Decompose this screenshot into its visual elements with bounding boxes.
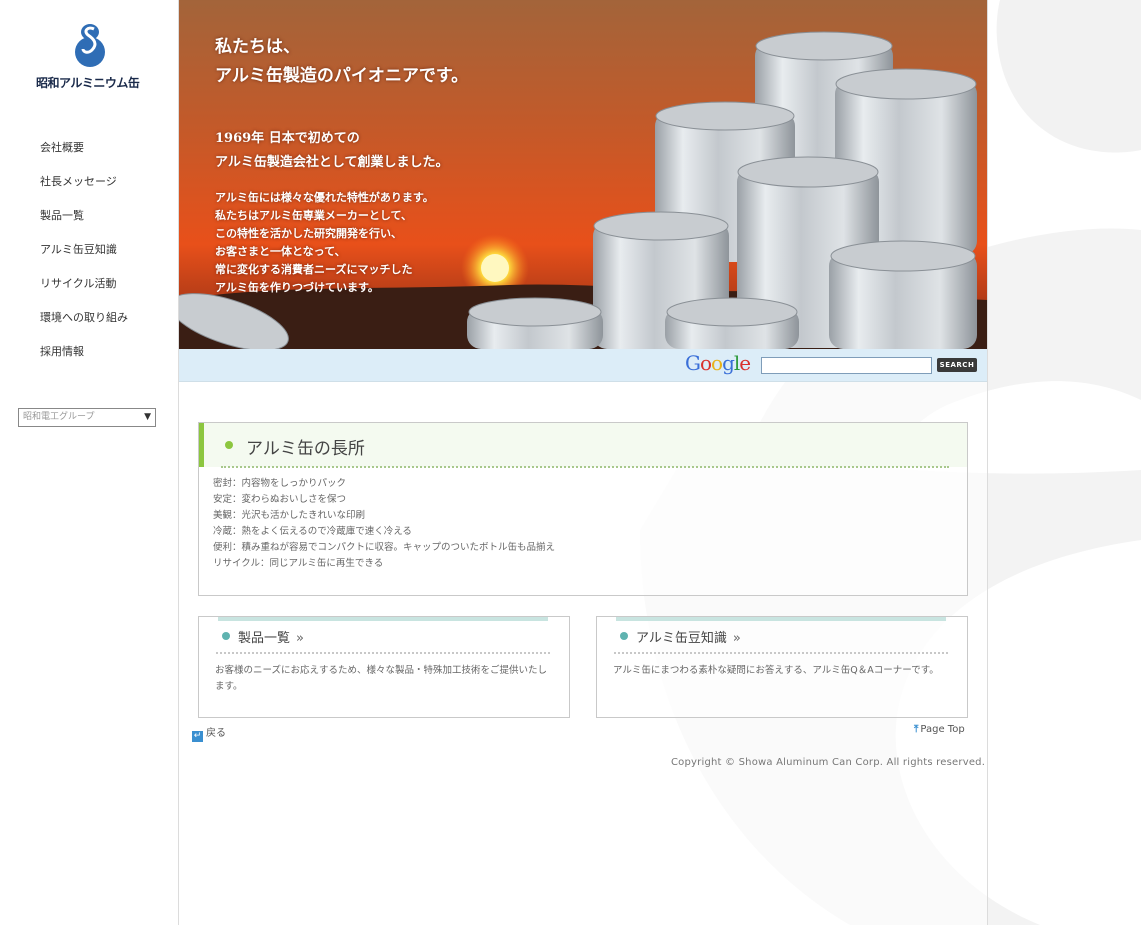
brand-name: 昭和アルミニウム缶 — [36, 76, 140, 90]
merits-list: 密封：内容物をしっかりパック 安定：変わらぬおいしさを保つ 美観：光沢も活かした… — [213, 476, 555, 572]
bullet-dot-icon — [225, 441, 233, 449]
group-select-value: 昭和電工グループ — [23, 412, 95, 422]
search-bar: Google SEARCH — [179, 349, 987, 382]
hero-body-line: 常に変化する消費者ニーズにマッチした — [215, 263, 413, 276]
back-label: 戻る — [206, 728, 226, 739]
search-input[interactable] — [761, 357, 932, 374]
list-item: 冷蔵：熱をよく伝えるので冷蔵庫で速く冷える — [213, 526, 412, 537]
nav-item-recycling[interactable]: リサイクル活動 — [40, 274, 128, 308]
hero-banner: 私たちは、 アルミ缶製造のパイオニアです。 1969年 日本で初めての アルミ缶… — [179, 0, 987, 349]
list-item: 美観：光沢も活かしたきれいな印刷 — [213, 510, 366, 521]
can-trivia-card: アルミ缶豆知識 » アルミ缶にまつわる素朴な疑問にお答えする、アルミ缶Q＆Aコーナ… — [596, 616, 968, 718]
hero-subhead-line: アルミ缶製造会社として創業しました。 — [215, 155, 449, 170]
group-site-select[interactable]: 昭和電工グループ ▼ — [18, 408, 156, 427]
can-trivia-card-title: アルミ缶豆知識 — [636, 631, 727, 646]
bullet-dot-icon — [620, 632, 628, 640]
products-card-description: お客様のニーズにお応えするため、様々な製品・特殊加工技術をご提供いたします。 — [215, 665, 548, 692]
hero-headline-line: アルミ缶製造のパイオニアです。 — [215, 66, 469, 86]
page-top-link[interactable]: ⤒ Page Top — [914, 724, 965, 735]
hero-body-line: この特性を活かした研究開発を行い、 — [215, 227, 402, 240]
hero-body-line: アルミ缶を作りつづけています。 — [215, 281, 379, 294]
double-chevron-right-icon: » — [732, 631, 741, 646]
merits-title: アルミ缶の長所 — [246, 439, 365, 459]
hero-subhead: 1969年 日本で初めての アルミ缶製造会社として創業しました。 — [215, 127, 448, 175]
company-s-logo-icon — [75, 24, 105, 67]
bullet-dot-icon — [222, 632, 230, 640]
can-trivia-card-description: アルミ缶にまつわる素朴な疑問にお答えする、アルミ缶Q＆Aコーナーです。 — [613, 665, 939, 676]
page-top-label: Page Top — [920, 724, 965, 735]
hero-headline: 私たちは、 アルミ缶製造のパイオニアです。 — [215, 33, 468, 91]
merits-header: アルミ缶の長所 — [199, 423, 967, 467]
return-arrow-icon: ↵ — [192, 731, 203, 742]
dropdown-arrow-icon: ▼ — [144, 412, 151, 422]
hero-body-line: お客さまと一体となって、 — [215, 245, 346, 258]
list-item: 安定：変わらぬおいしさを保つ — [213, 494, 347, 505]
back-link[interactable]: ↵ 戻る — [192, 724, 226, 742]
copyright: Copyright © Showa Aluminum Can Corp. All… — [671, 757, 986, 768]
hero-body-line: 私たちはアルミ缶専業メーカーとして、 — [215, 209, 413, 222]
list-item: 密封：内容物をしっかりパック — [213, 478, 347, 489]
brand-logo[interactable]: 昭和アルミニウム缶 — [36, 22, 146, 92]
nav-item-environment[interactable]: 環境への取り組み — [40, 308, 128, 342]
search-button[interactable]: SEARCH — [937, 358, 977, 372]
list-item: 便利：積み重ねが容易でコンパクトに収容。キャップのついたボトル缶も品揃え — [213, 542, 556, 553]
nav-item-president-message[interactable]: 社長メッセージ — [40, 172, 128, 206]
arrow-up-to-top-icon: ⤒ — [914, 724, 919, 735]
hero-subhead-line: 1969年 日本で初めての — [215, 131, 360, 146]
hero-headline-line: 私たちは、 — [215, 37, 300, 57]
nav-item-products[interactable]: 製品一覧 — [40, 206, 128, 240]
can-trivia-card-link[interactable]: アルミ缶豆知識 » — [636, 627, 741, 646]
list-item: リサイクル：同じアルミ缶に再生できる — [213, 558, 384, 569]
card-top-accent — [218, 617, 548, 621]
main-nav: 会社概要 社長メッセージ 製品一覧 アルミ缶豆知識 リサイクル活動 環境への取り… — [40, 138, 128, 376]
nav-item-can-trivia[interactable]: アルミ缶豆知識 — [40, 240, 128, 274]
card-top-accent — [616, 617, 946, 621]
nav-item-company[interactable]: 会社概要 — [40, 138, 128, 172]
dotted-divider — [221, 466, 949, 468]
products-card-title: 製品一覧 — [238, 631, 291, 646]
sidebar: 昭和アルミニウム缶 会社概要 社長メッセージ 製品一覧 アルミ缶豆知識 リサイク… — [0, 0, 179, 925]
google-logo: Google — [685, 351, 751, 375]
products-card: 製品一覧 » お客様のニーズにお応えするため、様々な製品・特殊加工技術をご提供いた… — [198, 616, 570, 718]
merits-panel: アルミ缶の長所 密封：内容物をしっかりパック 安定：変わらぬおいしさを保つ 美観… — [198, 422, 968, 596]
hero-body-line: アルミ缶には様々な優れた特性があります。 — [215, 191, 434, 204]
nav-item-recruit[interactable]: 採用情報 — [40, 342, 128, 376]
dotted-divider — [614, 652, 948, 654]
hero-body: アルミ缶には様々な優れた特性があります。 私たちはアルミ缶専業メーカーとして、 … — [215, 189, 434, 297]
double-chevron-right-icon: » — [296, 631, 304, 646]
main-content: 私たちは、 アルミ缶製造のパイオニアです。 1969年 日本で初めての アルミ缶… — [179, 0, 988, 925]
products-card-link[interactable]: 製品一覧 » — [238, 627, 304, 646]
dotted-divider — [216, 652, 550, 654]
